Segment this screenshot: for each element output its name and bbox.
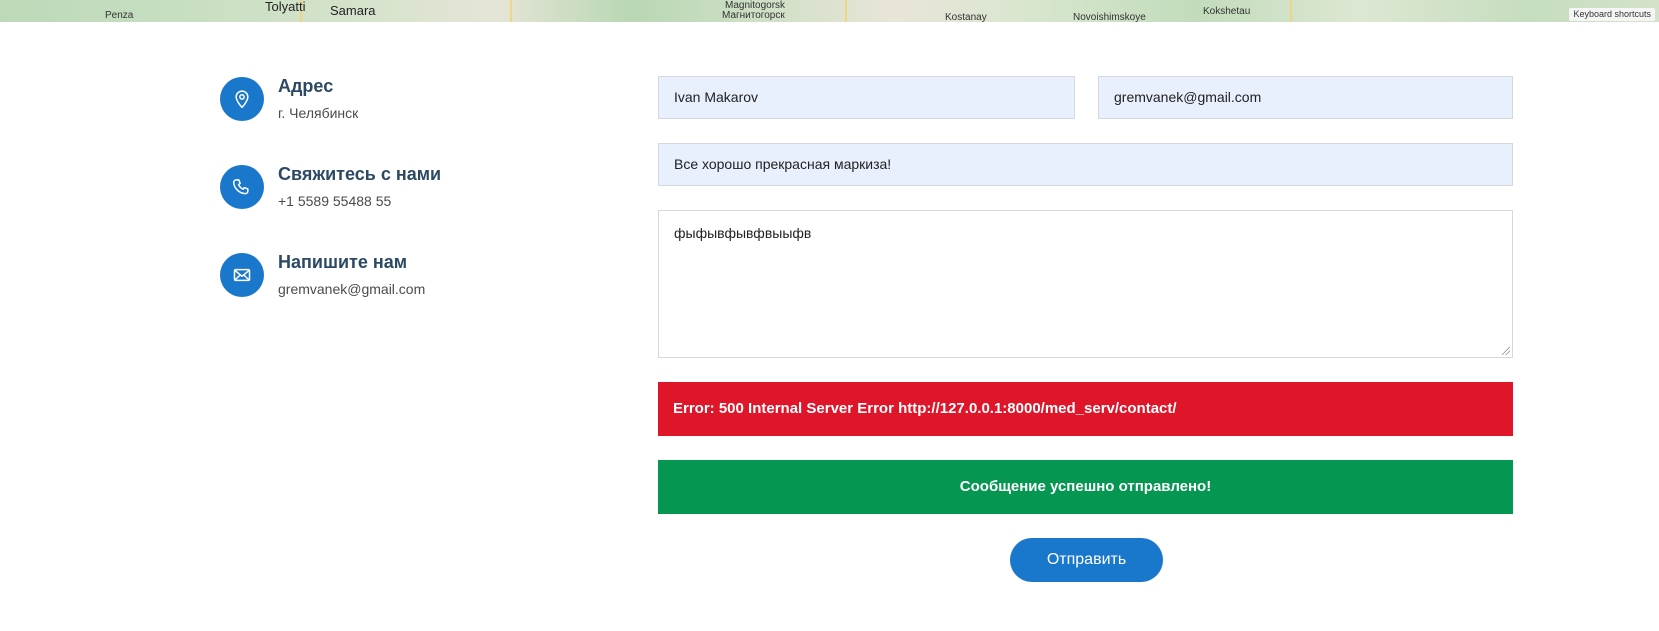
- map-strip[interactable]: Penza Tolyatti Samara Magnitogorsk Магни…: [0, 0, 1659, 22]
- map-label: Kokshetau: [1203, 6, 1251, 17]
- address-title: Адрес: [278, 76, 334, 96]
- success-alert: Сообщение успешно отправлено!: [658, 460, 1513, 514]
- name-input[interactable]: Ivan Makarov: [658, 76, 1075, 119]
- email-title: Напишите нам: [278, 252, 408, 272]
- map-label: Novoishimskoye: [1073, 12, 1146, 22]
- envelope-icon: [220, 253, 264, 297]
- email-input[interactable]: gremvanek@gmail.com: [1098, 76, 1513, 119]
- map-road: [1290, 0, 1292, 22]
- map-road: [845, 0, 847, 22]
- subject-input[interactable]: Все хорошо прекрасная маркиза!: [658, 143, 1513, 186]
- address-info: Адрес г. Челябинск: [220, 74, 620, 162]
- submit-button[interactable]: Отправить: [1010, 538, 1163, 582]
- map-pin-icon: [220, 77, 264, 121]
- map-label: Samara: [330, 3, 376, 18]
- resize-handle[interactable]: [1502, 347, 1510, 355]
- error-alert: Error: 500 Internal Server Error http://…: [658, 382, 1513, 436]
- email-info: Напишите нам gremvanek@gmail.com: [220, 250, 620, 338]
- keyboard-shortcuts-button[interactable]: Keyboard shortcuts: [1569, 8, 1655, 21]
- phone-title: Свяжитесь с нами: [278, 164, 442, 184]
- message-textarea[interactable]: фыфывфывфвыыфв: [658, 210, 1513, 358]
- phone-icon: [220, 165, 264, 209]
- contact-info: Адрес г. Челябинск Свяжитесь с нами +1 5…: [220, 74, 620, 338]
- map-label: Магнитогорск: [722, 10, 785, 21]
- map-label: Penza: [105, 10, 134, 21]
- email-text: gremvanek@gmail.com: [278, 281, 426, 297]
- phone-text: +1 5589 55488 55: [278, 193, 392, 209]
- phone-info: Свяжитесь с нами +1 5589 55488 55: [220, 162, 620, 250]
- map-road: [510, 0, 512, 22]
- address-text: г. Челябинск: [278, 105, 359, 121]
- message-text: фыфывфывфвыыфв: [674, 225, 812, 241]
- map-label: Kostanay: [945, 12, 987, 22]
- map-label: Tolyatti: [265, 0, 306, 14]
